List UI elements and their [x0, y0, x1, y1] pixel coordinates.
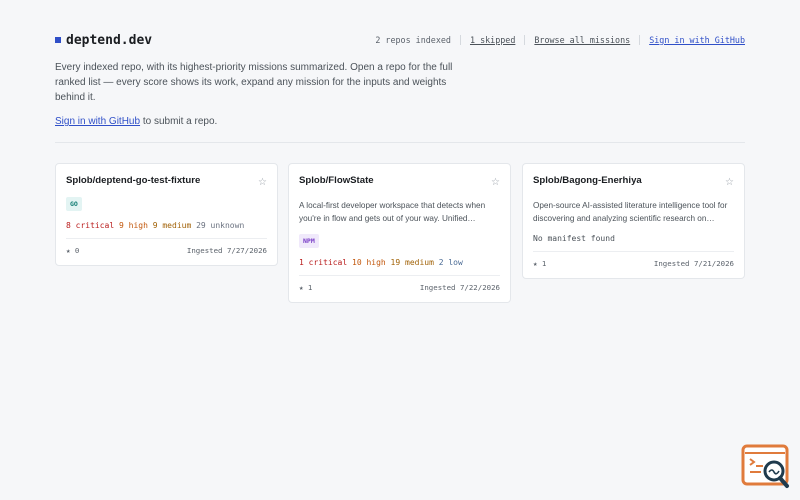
search-code-icon[interactable]: [741, 444, 791, 490]
card-footer: ★ 1 Ingested 7/21/2026: [533, 251, 734, 268]
star-icon[interactable]: ☆: [258, 177, 267, 188]
repo-title[interactable]: Splob/Bagong-Enerhiya: [533, 175, 642, 186]
critical-count: 1 critical: [299, 258, 348, 267]
repo-description: A local-first developer workspace that d…: [299, 201, 486, 223]
no-manifest-note: No manifest found: [533, 234, 615, 243]
card-footer: ★ 0 Ingested 7/27/2026: [66, 238, 267, 255]
unknown-count: 29 unknown: [196, 221, 245, 230]
star-icon[interactable]: ☆: [491, 177, 500, 188]
browse-missions-link[interactable]: Browse all missions: [534, 35, 630, 45]
low-count: 2 low: [438, 258, 463, 267]
sign-in-prompt: Sign in with GitHub to submit a repo.: [55, 116, 217, 127]
repo-card[interactable]: Splob/Bagong-Enerhiya ☆ Open-source AI-a…: [522, 163, 745, 279]
repos-indexed-count: 2 repos indexed: [375, 35, 451, 45]
medium-count: 19 medium: [390, 258, 434, 267]
header-nav: 2 repos indexed 1 skipped Browse all mis…: [366, 35, 745, 45]
critical-count: 8 critical: [66, 221, 115, 230]
intro-text: Every indexed repo, with its highest-pri…: [55, 62, 453, 103]
star-count: ★ 0: [66, 246, 80, 255]
brand[interactable]: deptend.dev: [55, 33, 152, 48]
ingested-date: Ingested 7/27/2026: [186, 246, 267, 255]
brand-logo-icon: [55, 37, 61, 43]
star-icon[interactable]: ☆: [725, 177, 734, 188]
header: deptend.dev 2 repos indexed 1 skipped Br…: [55, 30, 745, 50]
repo-title[interactable]: Splob/FlowState: [299, 175, 374, 186]
sign-in-github-link[interactable]: Sign in with GitHub: [649, 35, 745, 45]
section-divider: [55, 142, 745, 143]
sign-in-suffix: to submit a repo.: [140, 116, 218, 127]
repo-card[interactable]: Splob/deptend-go-test-fixture ☆ GO 8 cri…: [55, 163, 278, 266]
card-footer: ★ 1 Ingested 7/22/2026: [299, 275, 500, 292]
high-count: 9 high: [119, 221, 148, 230]
severity-counts: 1 critical 10 high 19 medium 2 low: [299, 258, 500, 267]
repo-description: Open-source AI-assisted literature intel…: [533, 201, 728, 223]
skipped-link[interactable]: 1 skipped: [470, 35, 515, 45]
ingested-date: Ingested 7/21/2026: [653, 259, 734, 268]
high-count: 10 high: [352, 258, 386, 267]
brand-name: deptend.dev: [66, 32, 153, 48]
repo-card[interactable]: Splob/FlowState ☆ A local-first develope…: [288, 163, 511, 303]
ecosystem-badge: NPM: [299, 234, 319, 248]
repo-title[interactable]: Splob/deptend-go-test-fixture: [66, 175, 200, 186]
ingested-date: Ingested 7/22/2026: [419, 283, 500, 292]
ecosystem-badge: GO: [66, 197, 82, 211]
severity-counts: 8 critical 9 high 9 medium 29 unknown: [66, 221, 267, 230]
star-count: ★ 1: [299, 283, 313, 292]
medium-count: 9 medium: [152, 221, 192, 230]
star-count: ★ 1: [533, 259, 547, 268]
sign-in-github-inline-link[interactable]: Sign in with GitHub: [55, 116, 140, 127]
